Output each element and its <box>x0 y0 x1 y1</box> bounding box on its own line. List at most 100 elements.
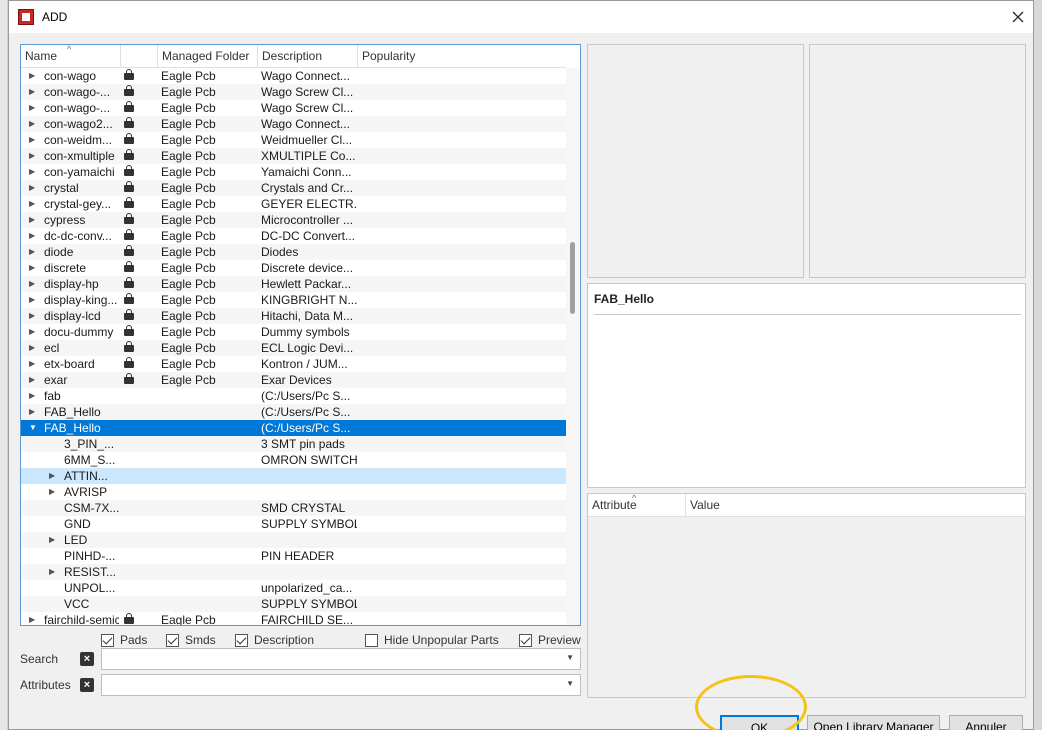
open-library-manager-button[interactable]: Open Library Manager <box>807 715 940 730</box>
expand-icon[interactable]: ▶ <box>29 84 39 100</box>
expand-icon[interactable]: ▶ <box>49 564 59 580</box>
tree-library-row[interactable]: ▶ crystal Eagle Pcb Crystals and Cr... <box>21 180 566 196</box>
tree-library-row[interactable]: ▼ FAB_Hello (C:/Users/Pc S... <box>21 420 566 436</box>
expand-icon[interactable]: ▶ <box>29 276 39 292</box>
tree-library-row[interactable]: ▶ con-yamaichi Eagle Pcb Yamaichi Conn... <box>21 164 566 180</box>
column-managed-folder[interactable]: Managed Folder <box>158 45 258 68</box>
tree-child-row[interactable]: PINHD-... PIN HEADER <box>21 548 566 564</box>
expand-icon[interactable]: ▶ <box>29 260 39 276</box>
expand-icon[interactable]: ▶ <box>29 132 39 148</box>
tree-library-row[interactable]: ▶ diode Eagle Pcb Diodes <box>21 244 566 260</box>
expand-icon[interactable]: ▶ <box>29 324 39 340</box>
expand-icon[interactable]: ▶ <box>29 116 39 132</box>
column-name[interactable]: ^ Name <box>21 45 121 68</box>
tree-child-row[interactable]: ▶ AVRISP <box>21 484 566 500</box>
row-name: con-wago2... <box>44 117 113 131</box>
tree-child-row[interactable]: VCC SUPPLY SYMBOL <box>21 596 566 612</box>
tree-child-row[interactable]: ▶ ATTIN... <box>21 468 566 484</box>
search-clear-icon[interactable]: × <box>80 652 94 666</box>
expand-icon[interactable]: ▶ <box>29 356 39 372</box>
expand-icon[interactable]: ▶ <box>29 164 39 180</box>
hide-unpopular-checkbox[interactable] <box>365 633 378 647</box>
tree-child-row[interactable]: GND SUPPLY SYMBOL <box>21 516 566 532</box>
ok-button[interactable]: OK <box>720 715 799 730</box>
option-description[interactable]: Description <box>235 632 314 648</box>
tree-library-row[interactable]: ▶ FAB_Hello (C:/Users/Pc S... <box>21 404 566 420</box>
tree-library-row[interactable]: ▶ docu-dummy Eagle Pcb Dummy symbols <box>21 324 566 340</box>
expand-icon[interactable]: ▶ <box>29 308 39 324</box>
expand-icon[interactable]: ▶ <box>29 340 39 356</box>
tree-library-row[interactable]: ▶ display-hp Eagle Pcb Hewlett Packar... <box>21 276 566 292</box>
description-checkbox[interactable] <box>235 633 248 647</box>
search-input[interactable]: ▼ <box>101 648 581 670</box>
expand-icon[interactable]: ▶ <box>29 196 39 212</box>
column-lock[interactable] <box>121 45 158 68</box>
row-name: fairchild-semic <box>44 613 119 626</box>
expand-icon[interactable]: ▶ <box>29 612 39 625</box>
tree-child-row[interactable]: ▶ RESIST... <box>21 564 566 580</box>
expand-icon[interactable]: ▶ <box>29 244 39 260</box>
expand-icon[interactable]: ▶ <box>29 292 39 308</box>
tree-child-row[interactable]: CSM-7X... SMD CRYSTAL <box>21 500 566 516</box>
expand-icon[interactable]: ▶ <box>49 532 59 548</box>
close-button[interactable] <box>1003 1 1033 33</box>
expand-icon[interactable]: ▶ <box>49 468 59 484</box>
tree-library-row[interactable]: ▶ cypress Eagle Pcb Microcontroller ... <box>21 212 566 228</box>
cancel-button[interactable]: Annuler <box>949 715 1023 730</box>
expand-icon[interactable]: ▶ <box>29 404 39 420</box>
expand-icon[interactable]: ▶ <box>29 68 39 84</box>
smds-checkbox[interactable] <box>166 633 179 647</box>
attributes-input[interactable]: ▼ <box>101 674 581 696</box>
tree-library-row[interactable]: ▶ etx-board Eagle Pcb Kontron / JUM... <box>21 356 566 372</box>
tree-library-row[interactable]: ▶ con-wago-... Eagle Pcb Wago Screw Cl... <box>21 84 566 100</box>
expand-icon[interactable]: ▶ <box>29 100 39 116</box>
expand-icon[interactable]: ▶ <box>29 388 39 404</box>
tree-scrollbar[interactable] <box>566 68 580 625</box>
expand-icon[interactable]: ▶ <box>29 372 39 388</box>
preview-checkbox[interactable] <box>519 633 532 647</box>
attributes-dropdown-icon[interactable]: ▼ <box>566 679 574 688</box>
tree-library-row[interactable]: ▶ con-wago-... Eagle Pcb Wago Screw Cl... <box>21 100 566 116</box>
column-popularity[interactable]: Popularity <box>358 45 566 68</box>
row-name: VCC <box>64 597 90 611</box>
collapse-icon[interactable]: ▼ <box>29 420 39 436</box>
tree-library-row[interactable]: ▶ con-xmultiple Eagle Pcb XMULTIPLE Co... <box>21 148 566 164</box>
tree-library-row[interactable]: ▶ ecl Eagle Pcb ECL Logic Devi... <box>21 340 566 356</box>
column-name-label: Name <box>25 49 58 63</box>
tree-library-row[interactable]: ▶ con-wago2... Eagle Pcb Wago Connect... <box>21 116 566 132</box>
tree-child-row[interactable]: 6MM_S... OMRON SWITCH <box>21 452 566 468</box>
option-preview[interactable]: Preview <box>519 632 581 648</box>
tree-library-row[interactable]: ▶ display-king... Eagle Pcb KINGBRIGHT N... <box>21 292 566 308</box>
row-name: con-wago <box>44 69 97 83</box>
column-value[interactable]: Value <box>686 494 720 517</box>
tree-child-row[interactable]: ▶ LED <box>21 532 566 548</box>
search-dropdown-icon[interactable]: ▼ <box>566 653 574 662</box>
expand-icon[interactable]: ▶ <box>49 484 59 500</box>
option-pads[interactable]: Pads <box>101 632 147 648</box>
tree-child-row[interactable]: UNPOL... unpolarized_ca... <box>21 580 566 596</box>
option-smds[interactable]: Smds <box>166 632 216 648</box>
tree-library-row[interactable]: ▶ con-weidm... Eagle Pcb Weidmueller Cl... <box>21 132 566 148</box>
expand-icon[interactable]: ▶ <box>29 148 39 164</box>
expand-icon[interactable]: ▶ <box>29 212 39 228</box>
option-hide-unpopular[interactable]: Hide Unpopular Parts <box>365 632 499 648</box>
row-description: Discrete device... <box>261 261 354 275</box>
attributes-clear-icon[interactable]: × <box>80 678 94 692</box>
library-tree[interactable]: ^ Name Managed Folder Description Popula… <box>20 44 581 626</box>
expand-icon[interactable]: ▶ <box>29 228 39 244</box>
tree-library-row[interactable]: ▶ crystal-gey... Eagle Pcb GEYER ELECTR... <box>21 196 566 212</box>
expand-icon[interactable]: ▶ <box>29 180 39 196</box>
tree-library-row[interactable]: ▶ exar Eagle Pcb Exar Devices <box>21 372 566 388</box>
tree-library-row[interactable]: ▶ discrete Eagle Pcb Discrete device... <box>21 260 566 276</box>
tree-library-row[interactable]: ▶ fab (C:/Users/Pc S... <box>21 388 566 404</box>
column-description[interactable]: Description <box>258 45 358 68</box>
pads-checkbox[interactable] <box>101 633 114 647</box>
tree-library-row[interactable]: ▶ fairchild-semic Eagle Pcb FAIRCHILD SE... <box>21 612 566 626</box>
tree-library-row[interactable]: ▶ dc-dc-conv... Eagle Pcb DC-DC Convert... <box>21 228 566 244</box>
column-attribute[interactable]: ^ Attribute <box>588 493 686 517</box>
tree-scrollbar-thumb[interactable] <box>570 242 575 314</box>
tree-child-row[interactable]: 3_PIN_... 3 SMT pin pads <box>21 436 566 452</box>
tree-library-row[interactable]: ▶ con-wago Eagle Pcb Wago Connect... <box>21 68 566 84</box>
tree-library-row[interactable]: ▶ display-lcd Eagle Pcb Hitachi, Data M... <box>21 308 566 324</box>
description-label: Description <box>254 633 315 647</box>
